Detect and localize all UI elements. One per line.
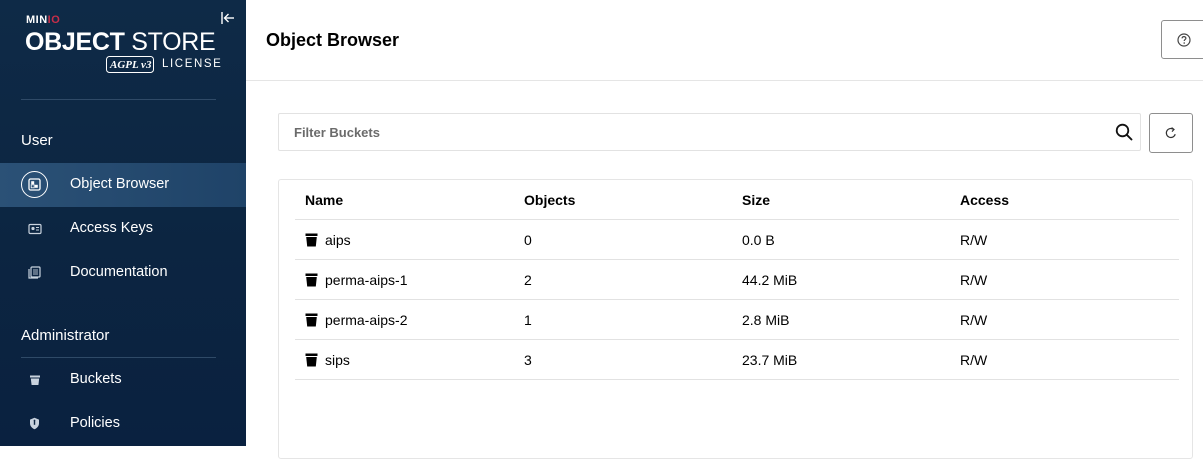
- sidebar-item-buckets[interactable]: Buckets: [0, 358, 246, 402]
- bucket-name: sips: [325, 352, 350, 368]
- table-row[interactable]: aips 0 0.0 B R/W: [295, 220, 1179, 260]
- bucket-access: R/W: [960, 352, 988, 368]
- table-row[interactable]: sips 3 23.7 MiB R/W: [295, 340, 1179, 380]
- bucket-name: aips: [325, 232, 351, 248]
- bucket-objects: 0: [524, 232, 532, 248]
- agpl-badge-icon: AGPL v3: [106, 56, 154, 73]
- bucket-icon: [305, 353, 318, 367]
- sidebar: MINIO OBJECT STORE AGPL v3 LICENSE User …: [0, 0, 246, 446]
- column-header-size[interactable]: Size: [742, 192, 770, 208]
- sidebar-item-label: Object Browser: [70, 176, 170, 192]
- svg-text:AGPL v3: AGPL v3: [109, 59, 152, 71]
- filter-buckets-input[interactable]: [279, 114, 1099, 150]
- column-header-objects[interactable]: Objects: [524, 192, 575, 208]
- help-icon: [1177, 32, 1191, 47]
- sidebar-item-access-keys[interactable]: Access Keys: [0, 207, 246, 251]
- table-row[interactable]: perma-aips-2 1 2.8 MiB R/W: [295, 300, 1179, 340]
- bucket-access: R/W: [960, 312, 988, 328]
- page-title: Object Browser: [266, 30, 400, 50]
- bucket-size: 44.2 MiB: [742, 272, 798, 288]
- sidebar-item-label: Buckets: [70, 371, 122, 387]
- documentation-icon: [21, 259, 48, 286]
- column-header-name[interactable]: Name: [305, 192, 343, 208]
- sidebar-item-label: Documentation: [70, 264, 168, 280]
- bucket-icon: [305, 273, 318, 287]
- section-label-administrator: Administrator: [21, 327, 110, 344]
- section-label-user: User: [21, 132, 53, 149]
- access-keys-icon: [21, 215, 48, 242]
- collapse-sidebar-icon[interactable]: [220, 10, 236, 26]
- bucket-objects: 2: [524, 272, 532, 288]
- logo-license: LICENSE: [162, 58, 223, 70]
- table-row[interactable]: perma-aips-1 2 44.2 MiB R/W: [295, 260, 1179, 300]
- search-icon[interactable]: [1115, 123, 1133, 141]
- bucket-name: perma-aips-2: [325, 312, 408, 328]
- bucket-size: 23.7 MiB: [742, 352, 798, 368]
- buckets-table: Name Objects Size Access aips 0 0.0 B R/…: [278, 179, 1193, 459]
- refresh-button[interactable]: [1149, 113, 1193, 153]
- sidebar-divider: [21, 99, 216, 100]
- refresh-icon: [1165, 127, 1176, 139]
- bucket-icon: [305, 313, 318, 327]
- column-header-access[interactable]: Access: [960, 192, 1009, 208]
- main-content: Object Browser Name Objects Size Access: [246, 0, 1203, 459]
- help-button[interactable]: [1161, 20, 1203, 59]
- sidebar-item-object-browser[interactable]: Object Browser: [0, 163, 246, 207]
- bucket-size: 2.8 MiB: [742, 312, 790, 328]
- bucket-icon: [305, 233, 318, 247]
- bucket-size: 0.0 B: [742, 232, 775, 248]
- bucket-access: R/W: [960, 232, 988, 248]
- filter-buckets-box: [278, 113, 1141, 151]
- logo-brand: MINIO: [26, 14, 61, 26]
- object-browser-icon: [21, 171, 48, 198]
- bucket-objects: 1: [524, 312, 532, 328]
- table-header: Name Objects Size Access: [295, 180, 1179, 220]
- bucket-icon: [21, 366, 48, 393]
- bucket-access: R/W: [960, 272, 988, 288]
- policy-icon: [21, 410, 48, 437]
- sidebar-item-policies[interactable]: Policies: [0, 402, 246, 446]
- sidebar-item-label: Policies: [70, 415, 120, 431]
- bucket-name: perma-aips-1: [325, 272, 408, 288]
- sidebar-item-documentation[interactable]: Documentation: [0, 251, 246, 295]
- logo-title: OBJECT STORE: [25, 28, 216, 56]
- bucket-objects: 3: [524, 352, 532, 368]
- sidebar-item-label: Access Keys: [70, 220, 153, 236]
- page-header: Object Browser: [246, 0, 1203, 81]
